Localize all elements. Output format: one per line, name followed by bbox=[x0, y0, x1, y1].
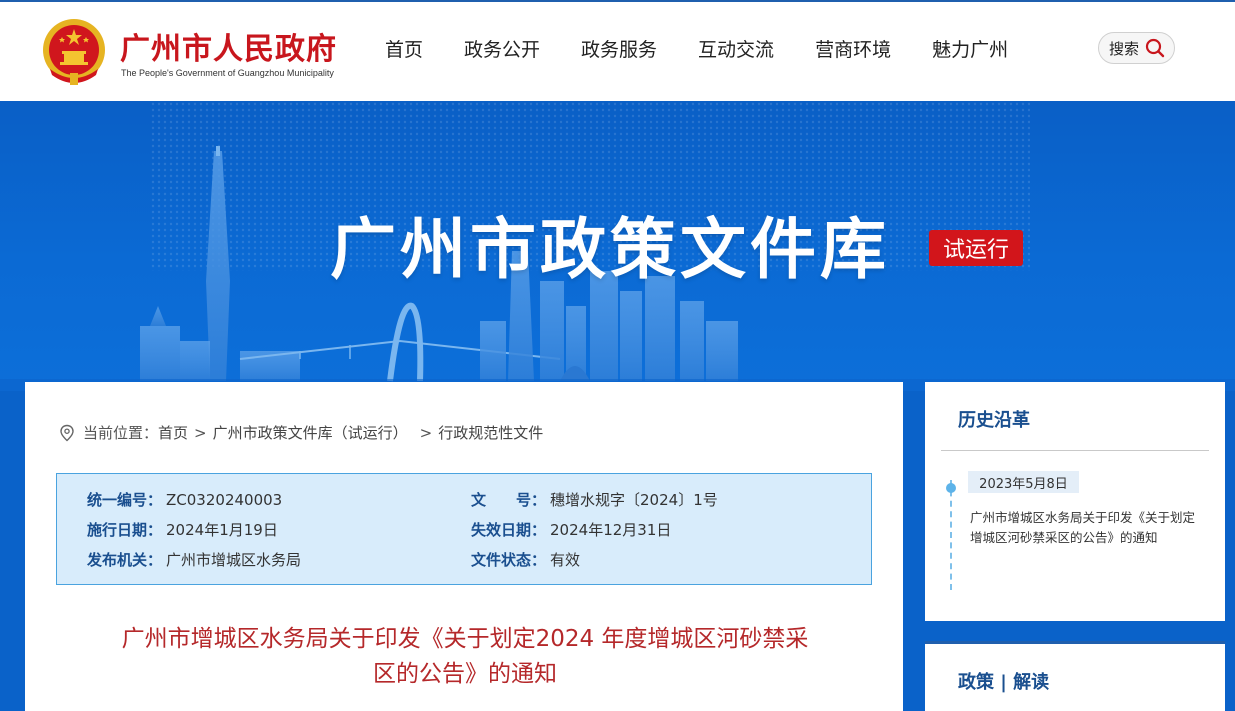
status-row: 文件状态： 有效 bbox=[471, 549, 580, 570]
history-panel: 历史沿革 2023年5月8日 广州市增城区水务局关于印发《关于划定增城区河砂禁采… bbox=[925, 382, 1225, 621]
document-number-row: 文 号： 穗增水规字〔2024〕1号 bbox=[471, 489, 718, 510]
nav-business-environment[interactable]: 营商环境 bbox=[815, 35, 891, 62]
issuer-label: 发布机关： bbox=[87, 551, 163, 569]
policy-interpretation-panel: 政策 | 解读 bbox=[925, 641, 1225, 711]
history-title: 历史沿革 bbox=[958, 410, 1030, 431]
breadcrumb-policy-library[interactable]: 广州市政策文件库（试运行） bbox=[213, 422, 408, 443]
expiry-date-value: 2024年12月31日 bbox=[550, 521, 672, 539]
search-label: 搜索 bbox=[1109, 39, 1140, 58]
site-header: 广州市人民政府 The People's Government of Guang… bbox=[0, 0, 1235, 101]
policy-interpretation-title[interactable]: 政策 | 解读 bbox=[958, 668, 1049, 694]
breadcrumb-normative-docs[interactable]: 行政规范性文件 bbox=[438, 422, 543, 443]
document-number-label: 文 号： bbox=[471, 491, 547, 509]
issuer-row: 发布机关： 广州市增城区水务局 bbox=[87, 549, 301, 570]
document-title-line-1: 广州市增城区水务局关于印发《关于划定2024 年度增城区河砂禁采 bbox=[121, 626, 809, 652]
history-date-tag: 2023年5月8日 bbox=[968, 471, 1079, 493]
main-content-panel: 当前位置： 首页 > 广州市政策文件库（试运行） > 行政规范性文件 统一编号：… bbox=[25, 382, 903, 711]
expiry-date-row: 失效日期： 2024年12月31日 bbox=[471, 519, 671, 540]
main-nav: 首页 政务公开 政务服务 互动交流 营商环境 魅力广州 bbox=[385, 35, 1049, 62]
document-title-line-2: 区的公告》的通知 bbox=[373, 661, 557, 687]
nav-home[interactable]: 首页 bbox=[385, 35, 423, 62]
timeline-line bbox=[950, 480, 952, 590]
site-subtitle: The People's Government of Guangzhou Mun… bbox=[121, 68, 334, 78]
document-number-value: 穗增水规字〔2024〕1号 bbox=[550, 491, 718, 509]
search-icon bbox=[1145, 38, 1165, 58]
location-pin-icon bbox=[60, 424, 74, 441]
nav-interaction[interactable]: 互动交流 bbox=[698, 35, 774, 62]
breadcrumb-prefix: 当前位置： bbox=[83, 424, 159, 442]
trial-badge: 试运行 bbox=[929, 230, 1023, 266]
nav-gov-services[interactable]: 政务服务 bbox=[581, 35, 657, 62]
hero-banner: 广州市政策文件库 试运行 bbox=[0, 101, 1235, 391]
serial-number-value: ZC0320240003 bbox=[166, 491, 283, 509]
site-title[interactable]: 广州市人民政府 bbox=[120, 24, 337, 68]
effective-date-row: 施行日期： 2024年1月19日 bbox=[87, 519, 278, 540]
document-metadata-box: 统一编号： ZC0320240003 文 号： 穗增水规字〔2024〕1号 施行日期… bbox=[56, 473, 872, 585]
nav-charming-guangzhou[interactable]: 魅力广州 bbox=[932, 35, 1008, 62]
national-emblem-icon bbox=[43, 19, 105, 85]
serial-number-row: 统一编号： ZC0320240003 bbox=[87, 489, 282, 510]
expiry-date-label: 失效日期： bbox=[471, 521, 547, 539]
document-title: 广州市增城区水务局关于印发《关于划定2024 年度增城区河砂禁采 区的公告》的通… bbox=[85, 622, 845, 692]
breadcrumb-home[interactable]: 首页 bbox=[158, 422, 188, 443]
history-divider bbox=[941, 450, 1209, 451]
issuer-value: 广州市增城区水务局 bbox=[166, 551, 302, 569]
timeline-dot bbox=[946, 483, 956, 493]
breadcrumb: 当前位置： 首页 > 广州市政策文件库（试运行） > 行政规范性文件 bbox=[59, 422, 543, 443]
serial-number-label: 统一编号： bbox=[87, 491, 163, 509]
history-item-link[interactable]: 广州市增城区水务局关于印发《关于划定增城区河砂禁采区的公告》的通知 bbox=[970, 508, 1202, 548]
status-value: 有效 bbox=[550, 551, 581, 569]
effective-date-label: 施行日期： bbox=[87, 521, 163, 539]
breadcrumb-separator: > bbox=[194, 423, 207, 442]
search-button[interactable]: 搜索 bbox=[1098, 32, 1175, 64]
effective-date-value: 2024年1月19日 bbox=[166, 521, 278, 539]
nav-gov-affairs-open[interactable]: 政务公开 bbox=[464, 35, 540, 62]
status-label: 文件状态： bbox=[471, 551, 547, 569]
breadcrumb-separator: > bbox=[419, 423, 433, 442]
banner-title: 广州市政策文件库 bbox=[330, 210, 890, 288]
